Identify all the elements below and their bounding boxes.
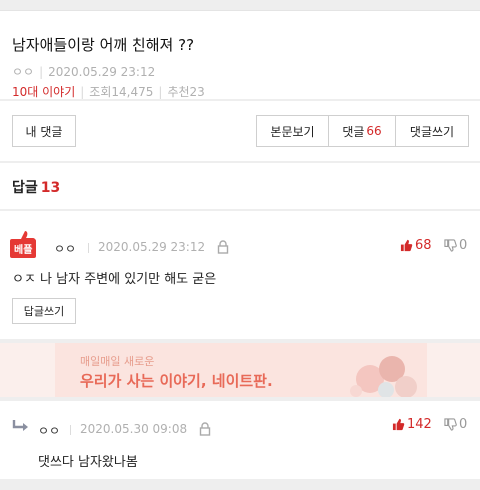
post-datetime: 2020.05.29 23:12 (48, 65, 156, 79)
replies-header: 답글 13 (0, 163, 480, 209)
lock-icon[interactable] (199, 422, 211, 436)
comment-item: 베플 ㅇㅇ 2020.05.29 23:12 68 0 ㅇㅈ 나 남자 주변에 … (0, 211, 480, 339)
reply-text: 댓쓰다 남자왔나봄 (38, 455, 138, 470)
replies-count: 13 (40, 180, 61, 196)
comment-author: ㅇㅇ (54, 242, 77, 256)
post-category-link[interactable]: 10대 이야기 (12, 85, 75, 99)
reply-arrow-icon (12, 420, 28, 431)
thumbs-up-icon (400, 239, 413, 252)
write-comment-button[interactable]: 댓글쓰기 (395, 115, 469, 147)
post-title: 남자애들이랑 어깨 친해져 ?? (12, 36, 195, 54)
upvote-count: 142 (407, 417, 432, 432)
recommend-count: 23 (189, 85, 205, 99)
views-count: 14,475 (111, 85, 154, 99)
recommend-label: 추천 (167, 85, 190, 99)
upvote-count: 68 (415, 238, 432, 253)
comment-toolbar: 내 댓글 본문보기 댓글 66 댓글쓰기 (0, 101, 480, 161)
pearls-decoration-icon (350, 356, 417, 397)
post-author: ㅇㅇ (12, 65, 35, 79)
post-stats: 10대 이야기 | 조회14,475 | 추천23 (12, 85, 205, 99)
downvote-button[interactable]: 0 (444, 238, 467, 253)
comments-label: 댓글 (342, 124, 365, 139)
comments-button[interactable]: 댓글 66 (328, 115, 396, 147)
thumbs-up-icon (392, 418, 405, 431)
reply-datetime: 2020.05.30 09:08 (80, 422, 188, 436)
comments-count: 66 (366, 124, 382, 138)
upvote-button[interactable]: 68 (400, 238, 432, 253)
best-badge: 베플 (10, 239, 37, 258)
views-label: 조회 (89, 85, 112, 99)
thumbs-down-icon (444, 239, 457, 252)
comment-text: ㅇㅈ 나 남자 주변에 있기만 해도 굳은 (12, 272, 217, 287)
reply-write-button[interactable]: 답글쓰기 (12, 298, 76, 324)
reply-author: ㅇㅇ (38, 424, 61, 438)
upvote-button[interactable]: 142 (392, 417, 432, 432)
replies-title: 답글 13 (12, 177, 60, 197)
post-meta: ㅇㅇ | 2020.05.29 23:12 (12, 65, 156, 79)
my-comments-button[interactable]: 내 댓글 (12, 115, 76, 147)
reply-item: ㅇㅇ 2020.05.30 09:08 142 0 댓쓰다 남자왔나봄 (0, 401, 480, 479)
view-body-button[interactable]: 본문보기 (256, 115, 329, 147)
downvote-button[interactable]: 0 (444, 417, 467, 432)
ad-subtitle: 매일매일 새로운 (80, 355, 155, 368)
ad-banner[interactable]: 매일매일 새로운 우리가 사는 이야기, 네이트판. (0, 343, 480, 397)
downvote-count: 0 (459, 417, 468, 432)
replies-label: 답글 (12, 180, 38, 196)
comment-datetime: 2020.05.29 23:12 (98, 240, 206, 254)
downvote-count: 0 (459, 238, 468, 253)
lock-icon[interactable] (217, 240, 229, 254)
ad-title: 우리가 사는 이야기, 네이트판. (80, 372, 273, 390)
thumbs-down-icon (444, 418, 457, 431)
post-header: 남자애들이랑 어깨 친해져 ?? ㅇㅇ | 2020.05.29 23:12 10대… (0, 10, 480, 99)
